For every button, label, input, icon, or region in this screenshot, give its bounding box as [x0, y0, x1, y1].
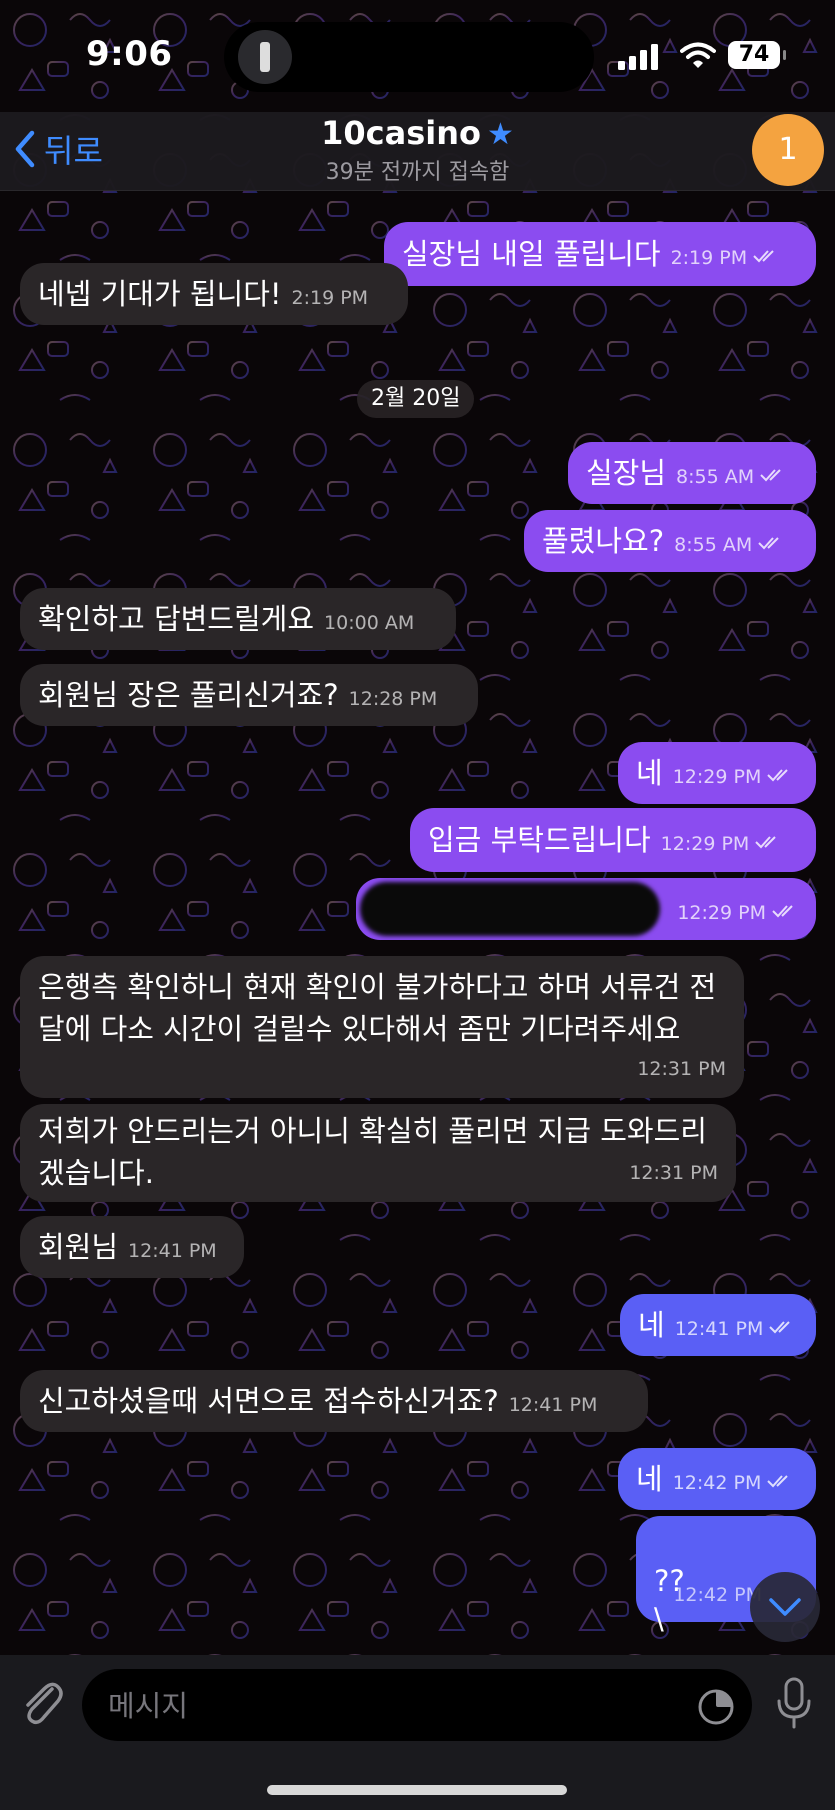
battery-indicator: 74: [728, 41, 786, 69]
read-checkmarks-icon: [758, 537, 779, 550]
date-separator: 2월 20일: [357, 380, 475, 418]
last-seen-status: 39분 전까지 접속함: [325, 160, 510, 185]
message-bubble-incoming[interactable]: 회원님 12:41 PM: [20, 1216, 244, 1278]
message-bubble-incoming[interactable]: 확인하고 답변드릴게요 10:00 AM: [20, 588, 456, 650]
message-bubble-incoming[interactable]: 저희가 안드리는거 아니니 확실히 풀리면 지급 도와드리겠습니다. 12:31…: [20, 1104, 736, 1202]
scroll-to-bottom-button[interactable]: [750, 1572, 820, 1642]
wifi-icon: [680, 42, 716, 68]
message-bubble-outgoing[interactable]: 네 12:29 PM: [618, 742, 816, 804]
message-input[interactable]: [106, 1669, 670, 1743]
avatar[interactable]: 1: [752, 114, 824, 186]
message-bubble-outgoing[interactable]: 네 12:41 PM: [620, 1294, 816, 1356]
read-checkmarks-icon: [755, 836, 777, 849]
read-checkmarks-icon: [753, 250, 774, 263]
dynamic-island: [224, 22, 594, 92]
message-bubble-outgoing[interactable]: 풀렸나요? 8:55 AM: [524, 510, 816, 572]
status-time: 9:06: [86, 34, 173, 74]
verified-star-icon: ★: [486, 117, 514, 152]
mic-icon[interactable]: [774, 1675, 814, 1731]
scroll-down-icon: [769, 1598, 801, 1616]
chat-title: 10casino: [321, 114, 481, 152]
cellular-signal-icon: [618, 44, 658, 70]
message-list[interactable]: 실장님 내일 풀립니다 2:19 PM 네넵 기대가 됩니다! 2:19 PM 2월…: [0, 190, 835, 1655]
chat-title-row[interactable]: 10casino ★: [0, 114, 835, 152]
message-bubble-outgoing[interactable]: 입금 부탁드립니다 12:29 PM: [410, 808, 816, 872]
message-bubble-outgoing[interactable]: 실장님 내일 풀립니다 2:19 PM: [384, 222, 816, 286]
read-checkmarks-icon: [769, 1321, 791, 1334]
message-bubble-incoming[interactable]: 은행측 확인하니 현재 확인이 불가하다고 하며 서류건 전달에 다소 시간이 …: [20, 956, 744, 1098]
read-checkmarks-icon: [760, 469, 781, 482]
sticker-icon[interactable]: [696, 1687, 736, 1727]
read-checkmarks-icon: [767, 1475, 789, 1488]
read-checkmarks-icon: [767, 769, 789, 782]
chat-header: 뒤로 10casino ★ 39분 전까지 접속함 1: [0, 112, 835, 191]
message-bubble-incoming[interactable]: 네넵 기대가 됩니다! 2:19 PM: [20, 263, 408, 325]
message-input-bar: [0, 1655, 835, 1810]
message-bubble-outgoing[interactable]: 네 12:42 PM: [618, 1448, 816, 1510]
message-field[interactable]: [82, 1669, 752, 1743]
home-indicator: [267, 1785, 567, 1795]
message-bubble-incoming[interactable]: 신고하셨을때 서면으로 접수하신거죠? 12:41 PM: [20, 1370, 648, 1432]
message-bubble-outgoing[interactable]: 실장님 8:55 AM: [568, 442, 816, 504]
message-bubble-incoming[interactable]: 회원님 장은 풀리신거죠? 12:28 PM: [20, 664, 478, 726]
redacted-content: [360, 882, 660, 936]
flashlight-icon: [238, 30, 292, 84]
attach-icon[interactable]: [18, 1675, 64, 1731]
read-checkmarks-icon: [772, 905, 793, 918]
status-bar: 9:06 74: [0, 0, 835, 112]
